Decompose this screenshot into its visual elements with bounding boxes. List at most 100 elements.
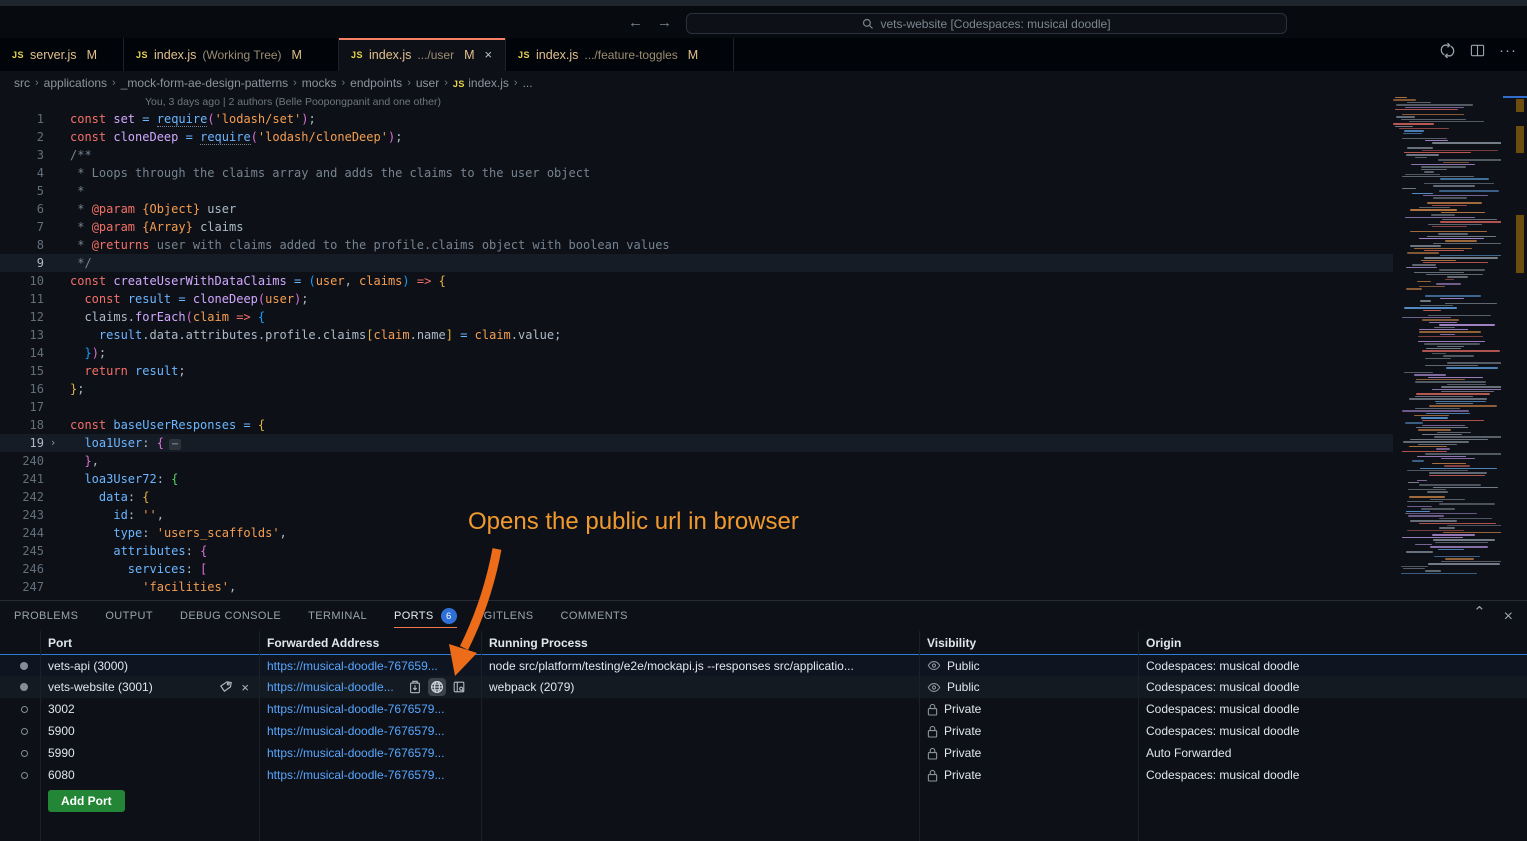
minimap-line	[1424, 171, 1434, 172]
code-line-11: 11 const result = cloneDeep(user);	[0, 290, 1393, 308]
preview-in-editor-icon[interactable]	[452, 680, 466, 694]
line-number: 8	[0, 236, 44, 254]
minimap-line	[1440, 221, 1501, 222]
minimap-line	[1445, 303, 1497, 304]
line-number: 242	[0, 488, 44, 506]
command-center-search[interactable]: vets-website [Codespaces: musical doodle…	[686, 13, 1287, 34]
minimap-line	[1408, 482, 1419, 483]
minimap-line	[1393, 200, 1501, 201]
panel-tab-ports[interactable]: PORTS6	[394, 601, 457, 631]
minimap-line	[1407, 501, 1443, 502]
nav-back-icon[interactable]: ←	[628, 14, 643, 31]
minimap-line	[1415, 396, 1473, 397]
open-changes-icon[interactable]	[1439, 42, 1456, 59]
forwarded-address-link[interactable]: https://musical-doodle-7676579...	[267, 746, 444, 760]
copy-address-icon[interactable]	[408, 680, 422, 694]
panel-tab-terminal[interactable]: TERMINAL	[308, 601, 367, 631]
column-separator	[259, 631, 260, 841]
minimap-line	[1441, 386, 1501, 387]
minimap-line	[1428, 563, 1499, 564]
panel-maximize-icon[interactable]: ⌃	[1473, 608, 1486, 626]
minimap-line	[1396, 104, 1472, 105]
panel-tab-output[interactable]: OUTPUT	[105, 601, 153, 631]
panel-close-icon[interactable]: ×	[1504, 608, 1513, 626]
split-editor-icon[interactable]	[1470, 43, 1485, 58]
editor-tab-server-js-0[interactable]: JSserver.jsM	[0, 38, 124, 71]
minimap-line	[1412, 460, 1424, 461]
panel-tab-debug-console[interactable]: DEBUG CONSOLE	[180, 601, 281, 631]
codelens-authors[interactable]: You, 3 days ago | 2 authors (Belle Poopo…	[0, 95, 1527, 110]
port-row-5990[interactable]: 5990https://musical-doodle-7676579...Pri…	[0, 742, 1527, 764]
code-line-14: 14 });	[0, 344, 1393, 362]
minimap-line	[1425, 453, 1501, 454]
open-in-browser-globe-icon[interactable]	[430, 680, 444, 694]
minimap-line	[1419, 286, 1445, 287]
minimap-line	[1408, 515, 1445, 516]
command-center-header: ← → vets-website [Codespaces: musical do…	[0, 6, 1527, 38]
ports-header-running-process: Running Process	[481, 636, 919, 650]
line-number: 16	[0, 380, 44, 398]
editor-tab-index-js-2[interactable]: JSindex.js.../userM×	[339, 38, 506, 71]
nav-forward-icon[interactable]: →	[657, 14, 672, 31]
visibility-label: Public	[947, 659, 980, 673]
minimap-line	[1421, 508, 1454, 509]
more-actions-icon[interactable]: ···	[1499, 42, 1517, 59]
line-number: 1	[0, 110, 44, 128]
breadcrumb-item-7[interactable]: ...	[523, 76, 533, 90]
port-row-vets-website-3001-[interactable]: vets-website (3001)×https://musical-dood…	[0, 676, 1527, 698]
minimap[interactable]	[1393, 97, 1501, 593]
editor-tab-index-js-3[interactable]: JSindex.js.../feature-togglesM	[506, 38, 734, 71]
breadcrumb-item-4[interactable]: endpoints	[350, 76, 402, 90]
port-row-vets-api-3000-[interactable]: vets-api (3000)https://musical-doodle-76…	[0, 654, 1527, 676]
minimap-line	[1409, 446, 1447, 447]
port-row-6080[interactable]: 6080https://musical-doodle-7676579...Pri…	[0, 764, 1527, 786]
forwarded-address-link[interactable]: https://musical-doodle-7676579...	[267, 768, 444, 782]
forwarded-address-link[interactable]: https://musical-doodle-7676579...	[267, 702, 444, 716]
panel-tab-label: COMMENTS	[561, 610, 628, 622]
panel-tab-label: TERMINAL	[308, 610, 367, 622]
minimap-line	[1428, 377, 1483, 378]
breadcrumb-item-2[interactable]: _mock-form-ae-design-patterns	[121, 76, 288, 90]
minimap-line	[1418, 341, 1485, 342]
tab-close-icon[interactable]: ×	[485, 47, 493, 62]
breadcrumb-item-5[interactable]: user	[416, 76, 439, 90]
minimap-line	[1406, 551, 1433, 552]
minimap-line	[1440, 334, 1454, 335]
line-number: 18	[0, 416, 44, 434]
forwarded-address-link[interactable]: https://musical-doodle-7676579...	[267, 724, 444, 738]
minimap-line	[1439, 527, 1455, 528]
line-number: 244	[0, 524, 44, 542]
minimap-line	[1404, 152, 1471, 153]
fold-chevron-icon[interactable]: ›	[44, 434, 62, 452]
minimap-line	[1393, 135, 1501, 136]
minimap-line	[1428, 315, 1492, 316]
breadcrumb-item-3[interactable]: mocks	[302, 76, 337, 90]
panel-tab-comments[interactable]: COMMENTS	[561, 601, 628, 631]
forwarded-address-link[interactable]: https://musical-doodle-767659...	[267, 659, 438, 673]
port-row-3002[interactable]: 3002https://musical-doodle-7676579...Pri…	[0, 698, 1527, 720]
breadcrumb-item-6[interactable]: JS index.js	[453, 76, 509, 90]
breadcrumb-item-0[interactable]: src	[14, 76, 30, 90]
column-separator	[919, 631, 920, 841]
minimap-line	[1433, 487, 1498, 488]
forwarded-address-link[interactable]: https://musical-doodle...	[267, 680, 394, 694]
minimap-line	[1422, 350, 1500, 351]
port-row-5900[interactable]: 5900https://musical-doodle-7676579...Pri…	[0, 720, 1527, 742]
breadcrumb-item-1[interactable]: applications	[44, 76, 107, 90]
editor-tab-index-js-1[interactable]: JSindex.js(Working Tree)M	[124, 38, 339, 71]
add-port-button[interactable]: Add Port	[48, 790, 125, 812]
stop-forward-icon[interactable]: ×	[241, 680, 249, 695]
minimap-line	[1420, 468, 1497, 469]
tab-filename: server.js	[30, 48, 77, 62]
minimap-line	[1426, 413, 1470, 414]
minimap-line	[1447, 362, 1501, 363]
panel-tab-gitlens[interactable]: GITLENS	[484, 601, 534, 631]
modified-marker	[1516, 126, 1524, 153]
line-number: 241	[0, 470, 44, 488]
port-label-icon[interactable]	[219, 680, 233, 694]
minimap-line	[1433, 185, 1475, 186]
line-number: 11	[0, 290, 44, 308]
tab-modified-badge: M	[87, 48, 97, 62]
panel-tab-problems[interactable]: PROBLEMS	[14, 601, 78, 631]
line-number: 5	[0, 182, 44, 200]
